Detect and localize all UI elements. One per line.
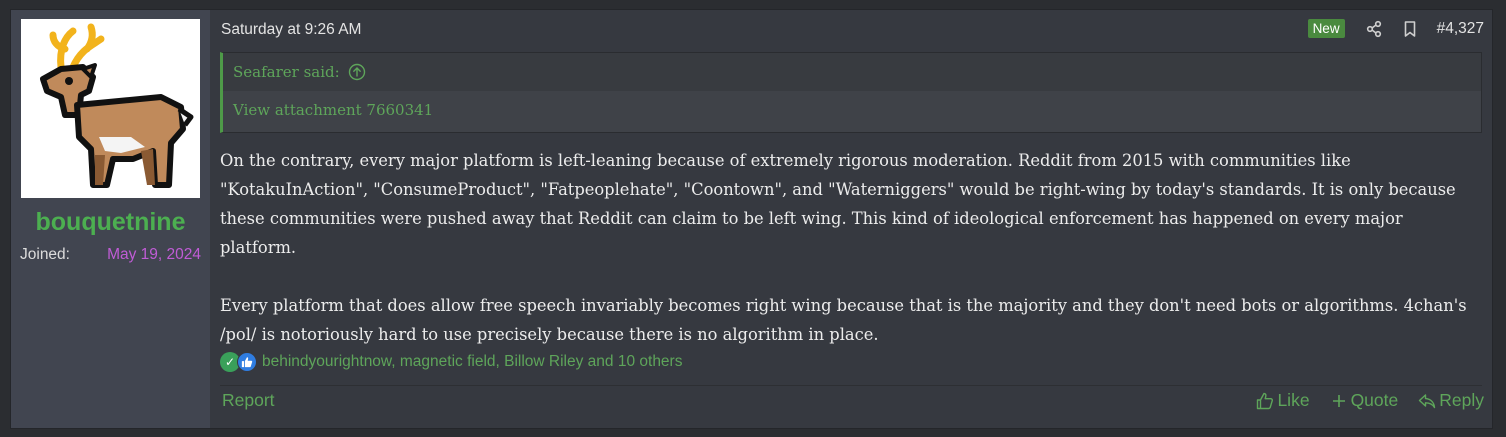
post-footer: Report Like Quote Reply: [222, 390, 1484, 411]
quote-label: Quote: [1350, 390, 1399, 410]
share-icon[interactable]: [1365, 20, 1383, 38]
quote-author: Seafarer said:: [233, 63, 340, 81]
post-paragraph: On the contrary, every major platform is…: [220, 151, 1456, 257]
deer-icon: [40, 23, 194, 188]
quote-header[interactable]: Seafarer said:: [223, 53, 1481, 91]
username[interactable]: bouquetnine: [11, 208, 210, 237]
joined-label: Joined:: [20, 246, 70, 263]
arrow-up-circle-icon[interactable]: [348, 63, 366, 81]
joined-row: Joined: May 19, 2024: [20, 246, 201, 264]
thumbs-up-reaction-icon: [237, 352, 257, 372]
joined-date: May 19, 2024: [107, 246, 201, 263]
reply-button[interactable]: Reply: [1418, 390, 1484, 411]
reaction-users-link[interactable]: behindyourightnow, magnetic field, Billo…: [262, 353, 682, 371]
bookmark-icon[interactable]: [1401, 20, 1419, 38]
post-main: Saturday at 9:26 AM New #4,327 Seafarer …: [210, 10, 1492, 428]
reply-label: Reply: [1439, 390, 1484, 410]
quote-button[interactable]: Quote: [1330, 390, 1399, 411]
like-label: Like: [1277, 390, 1310, 410]
new-badge: New: [1307, 19, 1345, 38]
report-link[interactable]: Report: [222, 390, 275, 411]
quote-attachment-link[interactable]: View attachment 7660341: [223, 91, 1481, 119]
quote-block: Seafarer said: View attachment 7660341: [220, 52, 1482, 133]
post-actions: New #4,327: [1307, 19, 1484, 38]
reply-arrow-icon: [1419, 393, 1436, 408]
like-button[interactable]: Like: [1256, 390, 1310, 411]
footer-actions: Like Quote Reply: [1256, 390, 1484, 411]
footer-divider: [220, 385, 1482, 386]
avatar[interactable]: [21, 19, 200, 198]
post-body: On the contrary, every major platform is…: [220, 146, 1475, 349]
user-info: bouquetnine Joined: May 19, 2024: [11, 10, 210, 428]
post-number-link[interactable]: #4,327: [1437, 20, 1484, 38]
post-paragraph: Every platform that does allow free spee…: [220, 296, 1467, 344]
plus-icon: [1332, 394, 1345, 407]
reactions-bar[interactable]: ✓ behindyourightnow, magnetic field, Bil…: [220, 352, 682, 372]
post: bouquetnine Joined: May 19, 2024 Saturda…: [10, 9, 1493, 429]
thumbs-up-icon: [1257, 392, 1274, 409]
post-timestamp[interactable]: Saturday at 9:26 AM: [221, 21, 361, 39]
